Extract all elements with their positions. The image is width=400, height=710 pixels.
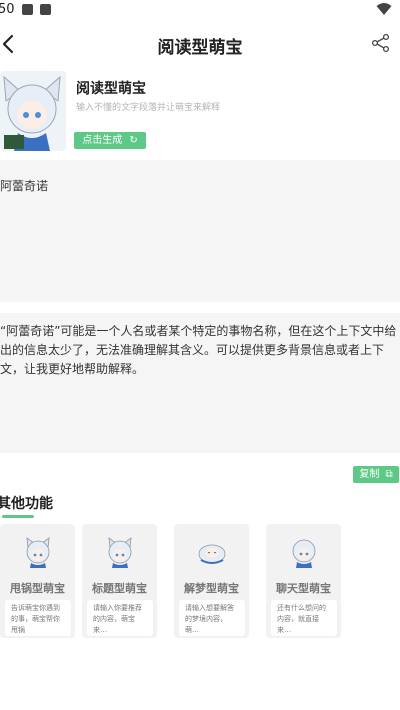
mascot-icon bbox=[292, 539, 316, 568]
feature-card-name: 标题型萌宝 bbox=[92, 582, 147, 595]
generate-button[interactable]: 点击生成 ↻ bbox=[74, 132, 146, 149]
refresh-icon: ↻ bbox=[129, 135, 138, 146]
mascot-avatar bbox=[0, 71, 66, 151]
mascot-name: 阅读型萌宝 bbox=[76, 81, 146, 97]
copy-label: 复制 bbox=[359, 469, 380, 480]
output-text: “阿蕾奇诺”可能是一个人名或者某个特定的事物名称，但在这个上下文中给出的信息太少… bbox=[0, 324, 397, 376]
feature-card[interactable]: 标题型萌宝 请输入你要推荐的内容，萌宝来… bbox=[82, 524, 157, 638]
feature-card-desc: 告诉萌宝你遇到的事，萌宝帮你甩锅 bbox=[5, 600, 71, 636]
feature-card[interactable]: 聊天型萌宝 还有什么想问的内容，就直接来… bbox=[266, 524, 341, 638]
mascot-icon bbox=[26, 537, 50, 568]
feature-card[interactable]: 解梦型萌宝 请输入想要解答的梦境内容，萌… bbox=[174, 524, 249, 638]
feature-card-desc: 请输入你要推荐的内容，萌宝来… bbox=[87, 600, 153, 636]
gallery-icon bbox=[22, 4, 33, 15]
status-time: 50 bbox=[0, 2, 15, 17]
mascot-description: 输入不懂的文字段落并让萌宝来解释 bbox=[76, 103, 221, 113]
share-icon[interactable] bbox=[370, 32, 392, 54]
generate-label: 点击生成 bbox=[82, 135, 123, 146]
feature-card-name: 甩锅型萌宝 bbox=[10, 582, 65, 595]
mascot-icon bbox=[108, 537, 132, 568]
section-title: 其他功能 bbox=[0, 496, 53, 512]
app-bar: 阅读型萌宝 bbox=[0, 22, 400, 66]
section-underline bbox=[2, 515, 34, 518]
feature-card-desc: 请输入想要解答的梦境内容，萌… bbox=[179, 600, 245, 636]
copy-button[interactable]: 复制 ⧉ bbox=[353, 466, 399, 483]
wifi-icon bbox=[376, 3, 392, 15]
feature-card-name: 解梦型萌宝 bbox=[184, 582, 239, 595]
input-area[interactable] bbox=[0, 160, 400, 302]
input-text: 阿蕾奇诺 bbox=[0, 179, 49, 193]
mascot-icon bbox=[198, 544, 226, 564]
feature-card[interactable]: 甩锅型萌宝 告诉萌宝你遇到的事，萌宝帮你甩锅 bbox=[0, 524, 75, 638]
page-title: 阅读型萌宝 bbox=[157, 38, 243, 58]
app-notification-icon bbox=[40, 4, 51, 15]
status-bar: 50 bbox=[0, 0, 400, 22]
feature-card-desc: 还有什么想问的内容，就直接来… bbox=[271, 600, 337, 636]
copy-icon: ⧉ bbox=[385, 469, 393, 480]
feature-card-name: 聊天型萌宝 bbox=[276, 582, 331, 595]
